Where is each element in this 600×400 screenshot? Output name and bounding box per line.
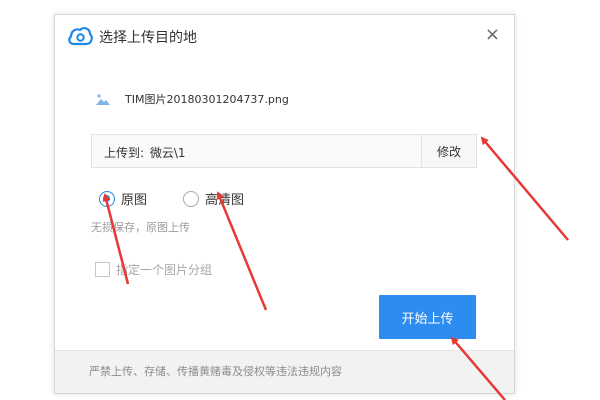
destination-text: 上传到: 微云\1 [104, 144, 186, 161]
dialog-title: 选择上传目的地 [99, 30, 197, 46]
radio-hd-label[interactable]: 高清图 [205, 189, 244, 208]
group-checkbox-row[interactable]: 指定一个图片分组 [95, 261, 212, 278]
dialog-footer: 严禁上传、存储、传播黄赌毒及侵权等违法违规内容 [55, 350, 514, 393]
start-upload-button[interactable]: 开始上传 [379, 295, 476, 339]
group-checkbox[interactable] [95, 262, 110, 277]
close-icon[interactable]: × [485, 25, 500, 45]
weiyun-cloud-logo-icon [68, 27, 93, 46]
file-name: TIM图片20180301204737.png [125, 93, 289, 106]
radio-original-indicator[interactable] [99, 190, 115, 207]
destination-path: 微云\1 [149, 146, 186, 160]
upload-dialog: 选择上传目的地 × TIM图片20180301204737.png 上传到: 微… [54, 14, 515, 394]
destination-label: 上传到: [104, 146, 145, 160]
footer-notice: 严禁上传、存储、传播黄赌毒及侵权等违法违规内容 [89, 365, 342, 378]
radio-original[interactable]: 原图 [99, 189, 147, 208]
quality-radio-group: 原图 高清图 [99, 189, 244, 208]
radio-original-label[interactable]: 原图 [121, 189, 147, 208]
destination-field: 上传到: 微云\1 修改 [91, 134, 477, 168]
image-icon [96, 94, 110, 105]
radio-hd[interactable]: 高清图 [183, 189, 244, 208]
dialog-header: 选择上传目的地 × [55, 15, 514, 57]
group-checkbox-label[interactable]: 指定一个图片分组 [116, 261, 212, 278]
file-row: TIM图片20180301204737.png [95, 89, 289, 109]
quality-hint: 无损保存，原图上传 [91, 221, 190, 234]
radio-hd-indicator[interactable] [183, 190, 200, 207]
modify-button[interactable]: 修改 [421, 135, 476, 167]
